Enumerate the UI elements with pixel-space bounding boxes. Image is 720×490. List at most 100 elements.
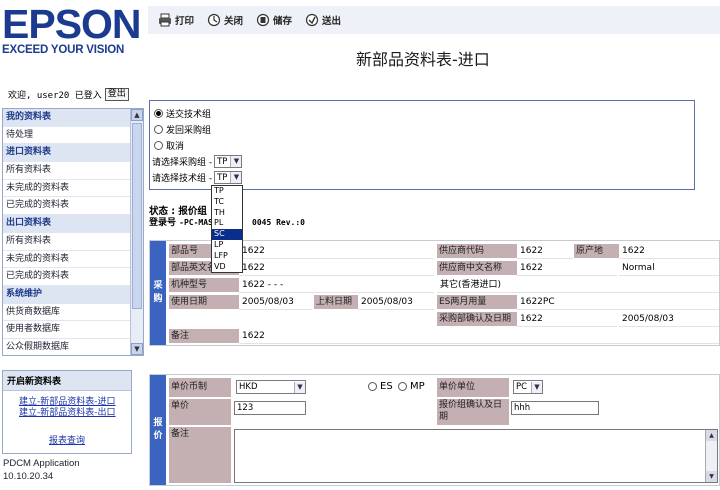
purchase-group-label: 请选择采购组 - — [152, 158, 213, 168]
reg-rev: 0045 Rev.:0 — [252, 218, 305, 227]
send-icon — [305, 13, 319, 27]
radio-return-purchase[interactable]: 发回采购组 — [154, 123, 211, 136]
unit-value: PC — [516, 382, 528, 392]
app-name: PDCM Application — [3, 458, 80, 469]
radio-button[interactable] — [154, 141, 163, 150]
radio-es[interactable]: ES — [368, 381, 393, 392]
dropdown-option[interactable]: LP — [212, 240, 242, 251]
mat-date-label: 上料日期 — [314, 295, 358, 309]
unit-label: 单价单位 — [437, 378, 509, 397]
sidebar-item[interactable]: 所有资料表 — [3, 233, 131, 251]
dropdown-option[interactable]: SC — [212, 229, 242, 240]
model-label: 机种型号 — [169, 278, 239, 292]
new-forms-panel: 开启新资料表 建立-新部品资料表-进口 建立-新部品资料表-出口 报表查询 — [2, 370, 132, 454]
radio-button[interactable] — [154, 109, 163, 118]
scroll-thumb[interactable] — [132, 123, 142, 309]
welcome-bar: 欢迎, user20 已登入 登出 — [8, 88, 129, 101]
brand-tagline: EXCEED YOUR VISION — [2, 44, 125, 56]
part-en-value: 1622 — [239, 261, 434, 276]
close-button[interactable]: 关闭 — [207, 13, 243, 27]
dropdown-option[interactable]: TH — [212, 208, 242, 219]
sidebar-section-header[interactable]: 我的资料表 — [3, 109, 131, 127]
radio-mp[interactable]: MP — [398, 381, 425, 392]
radio-send-tech[interactable]: 送交技术组 — [154, 107, 211, 120]
app-info: PDCM Application 10.10.20.34 — [3, 457, 80, 483]
logout-button[interactable]: 登出 — [104, 88, 129, 101]
tech-group-dropdown[interactable]: TP TC TH PL SC LP LFP VD — [211, 185, 243, 273]
sidebar-item[interactable]: 所有资料表 — [3, 162, 131, 180]
quote-remark-textarea[interactable]: ▲ ▼ — [234, 429, 718, 483]
reg-label: 登录号 — [149, 218, 177, 228]
scroll-down-icon[interactable]: ▼ — [706, 471, 717, 482]
currency-select[interactable]: HKD ▼ — [236, 380, 306, 394]
model-value: 1622 - - - — [239, 278, 434, 293]
save-button[interactable]: 储存 — [256, 13, 292, 27]
es-usage-label: ES两月用量 — [437, 295, 517, 309]
sidebar-scrollbar[interactable]: ▲ ▼ — [130, 109, 143, 355]
sidebar-item[interactable]: 已完成的资料表 — [3, 268, 131, 286]
part-no-value: 1622 — [239, 244, 434, 259]
origin-value: 1622 — [619, 244, 719, 259]
sidebar-item[interactable]: 未完成的资料表 — [3, 251, 131, 269]
textarea-scrollbar[interactable]: ▲ ▼ — [705, 430, 717, 482]
origin-label: 原产地 — [574, 244, 619, 258]
dropdown-option[interactable]: VD — [212, 262, 242, 273]
radio-label: 取消 — [166, 142, 185, 152]
create-export-link[interactable]: 建立-新部品资料表-出口 — [3, 408, 131, 419]
procurement-section-label: 采 购 — [150, 241, 166, 345]
close-icon — [207, 13, 221, 27]
printer-icon — [159, 13, 171, 27]
radio-button[interactable] — [154, 125, 163, 134]
chevron-down-icon: ▼ — [230, 172, 242, 183]
purchase-group-row: 请选择采购组 - TP ▼ — [152, 155, 243, 168]
quote-confirm-input[interactable]: hhh — [511, 401, 599, 415]
supplier-cn-value: 1622 — [517, 261, 617, 276]
currency-label: 单价币制 — [169, 378, 231, 397]
radio-es-label: ES — [380, 381, 393, 392]
radio-label: 送交技术组 — [166, 110, 212, 120]
purchase-confirm-date: 2005/08/03 — [619, 312, 719, 327]
scroll-down-icon[interactable]: ▼ — [131, 343, 143, 355]
close-label: 关闭 — [224, 16, 244, 27]
scroll-up-icon[interactable]: ▲ — [706, 430, 717, 441]
radio-button[interactable] — [398, 382, 407, 391]
dropdown-option[interactable]: TC — [212, 197, 242, 208]
sidebar-item[interactable]: 供货商数据库 — [3, 304, 131, 322]
create-import-link[interactable]: 建立-新部品资料表-进口 — [3, 397, 131, 408]
quotation-section-label: 报 价 — [150, 375, 166, 485]
report-query-link[interactable]: 报表查询 — [3, 433, 131, 446]
quotation-section: 报 价 单价币制 HKD ▼ ES MP 单价单位 PC ▼ 单价 123 报价… — [149, 374, 720, 486]
sidebar-item[interactable]: 公众假期数据库 — [3, 339, 131, 355]
scroll-up-icon[interactable]: ▲ — [131, 109, 143, 121]
tech-group-value: TP — [217, 172, 228, 183]
new-forms-title: 开启新资料表 — [3, 371, 131, 391]
print-button[interactable]: 打印 — [158, 13, 194, 27]
purchase-confirm-value: 1622 — [517, 312, 617, 327]
sidebar-section-header[interactable]: 出口资料表 — [3, 215, 131, 233]
sidebar-item[interactable]: 已完成的资料表 — [3, 197, 131, 216]
purchase-group-select[interactable]: TP ▼ — [214, 155, 243, 168]
dropdown-option[interactable]: LFP — [212, 251, 242, 262]
chevron-down-icon: ▼ — [531, 381, 542, 393]
app-version: 10.10.20.34 — [3, 471, 54, 482]
brand-name: EPSON — [2, 1, 142, 47]
welcome-text: 欢迎, user20 已登入 — [8, 91, 102, 101]
sidebar-section-header[interactable]: 系统维护 — [3, 285, 131, 304]
dropdown-option[interactable]: TP — [212, 186, 242, 197]
sidebar-section-header[interactable]: 进口资料表 — [3, 144, 131, 163]
sidebar-item[interactable]: 待处理 — [3, 127, 131, 145]
sidebar-item[interactable]: 使用者数据库 — [3, 321, 131, 339]
unit-select[interactable]: PC ▼ — [513, 380, 543, 394]
dropdown-option[interactable]: PL — [212, 218, 242, 229]
radio-cancel[interactable]: 取消 — [154, 139, 184, 152]
chevron-down-icon: ▼ — [230, 156, 242, 167]
radio-button[interactable] — [368, 382, 377, 391]
send-button[interactable]: 送出 — [305, 13, 341, 27]
epson-logo: EPSON EXCEED YOUR VISION — [2, 1, 142, 62]
sidebar-item[interactable]: 未完成的资料表 — [3, 180, 131, 198]
tech-group-select[interactable]: TP ▼ — [214, 171, 243, 184]
price-input[interactable]: 123 — [234, 401, 306, 415]
chevron-down-icon: ▼ — [294, 381, 305, 393]
radio-mp-label: MP — [410, 381, 425, 392]
remark-value: 1622 — [239, 329, 719, 344]
